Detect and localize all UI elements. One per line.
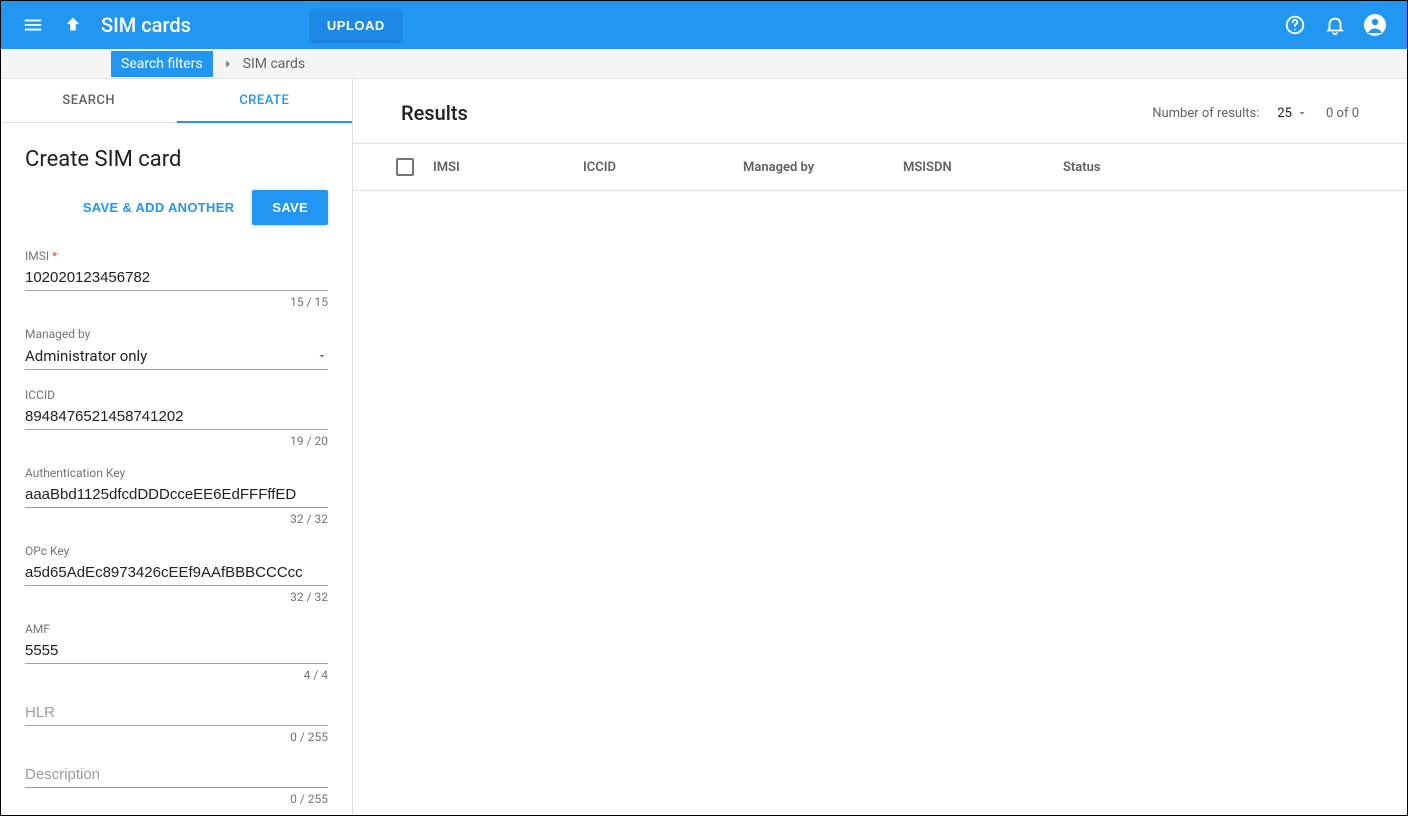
col-status[interactable]: Status: [1063, 160, 1223, 175]
page-size-select[interactable]: 25: [1277, 106, 1308, 121]
chevron-right-icon: [221, 57, 235, 71]
tab-create[interactable]: CREATE: [177, 79, 353, 122]
imsi-label: IMSI *: [25, 249, 328, 263]
field-iccid: ICCID 19 / 20: [25, 388, 328, 448]
col-msisdn[interactable]: MSISDN: [903, 160, 1063, 175]
col-managed-by[interactable]: Managed by: [743, 160, 903, 175]
app-title: SIM cards: [101, 13, 191, 37]
results-panel: Results Number of results: 25 0 of 0 IMS…: [353, 79, 1407, 815]
upload-button[interactable]: UPLOAD: [311, 10, 401, 41]
breadcrumb-current: SIM cards: [243, 56, 306, 72]
help-icon[interactable]: [1275, 5, 1315, 45]
hlr-input[interactable]: [25, 700, 328, 725]
auth-key-counter: 32 / 32: [25, 512, 328, 526]
opc-key-input[interactable]: [25, 560, 328, 585]
page-size-value: 25: [1277, 106, 1292, 121]
up-arrow-icon[interactable]: [53, 5, 93, 45]
account-icon[interactable]: [1355, 5, 1395, 45]
chevron-down-icon: [1296, 107, 1308, 119]
auth-key-label: Authentication Key: [25, 466, 328, 480]
field-opc-key: OPc Key 32 / 32: [25, 544, 328, 604]
bell-icon[interactable]: [1315, 5, 1355, 45]
results-range: 0 of 0: [1326, 106, 1359, 121]
imsi-counter: 15 / 15: [25, 295, 328, 309]
field-imsi: IMSI * 15 / 15: [25, 249, 328, 309]
description-counter: 0 / 255: [25, 792, 328, 806]
managed-by-label: Managed by: [25, 327, 328, 341]
amf-input[interactable]: [25, 638, 328, 663]
table-header: IMSI ICCID Managed by MSISDN Status: [353, 144, 1407, 191]
iccid-counter: 19 / 20: [25, 434, 328, 448]
appbar: SIM cards UPLOAD: [1, 1, 1407, 49]
save-button[interactable]: SAVE: [252, 190, 328, 225]
hlr-counter: 0 / 255: [25, 730, 328, 744]
tabs: SEARCH CREATE: [1, 79, 352, 123]
select-all-checkbox[interactable]: [396, 158, 414, 176]
tab-search[interactable]: SEARCH: [1, 79, 177, 122]
iccid-label: ICCID: [25, 388, 328, 402]
side-panel: SEARCH CREATE Create SIM card SAVE & ADD…: [1, 79, 353, 815]
field-hlr: 0 / 255: [25, 700, 328, 744]
field-auth-key: Authentication Key 32 / 32: [25, 466, 328, 526]
imsi-input[interactable]: [25, 265, 328, 290]
auth-key-input[interactable]: [25, 482, 328, 507]
field-amf: AMF 4 / 4: [25, 622, 328, 682]
chevron-down-icon: [316, 350, 328, 362]
opc-key-label: OPc Key: [25, 544, 328, 558]
field-managed-by: Managed by Administrator only: [25, 327, 328, 370]
amf-counter: 4 / 4: [25, 668, 328, 682]
breadcrumb-root[interactable]: Search filters: [111, 51, 213, 77]
breadcrumb: Search filters SIM cards: [1, 49, 1407, 79]
panel-title: Create SIM card: [25, 147, 328, 172]
col-iccid[interactable]: ICCID: [583, 160, 743, 175]
save-add-another-button[interactable]: SAVE & ADD ANOTHER: [79, 192, 239, 223]
col-imsi[interactable]: IMSI: [433, 160, 583, 175]
amf-label: AMF: [25, 622, 328, 636]
description-input[interactable]: [25, 762, 328, 787]
field-description: 0 / 255: [25, 762, 328, 806]
num-results-label: Number of results:: [1152, 106, 1259, 121]
iccid-input[interactable]: [25, 404, 328, 429]
managed-by-value: Administrator only: [25, 347, 147, 365]
results-title: Results: [401, 101, 468, 125]
opc-key-counter: 32 / 32: [25, 590, 328, 604]
menu-icon[interactable]: [13, 5, 53, 45]
managed-by-select[interactable]: Administrator only: [25, 343, 328, 370]
